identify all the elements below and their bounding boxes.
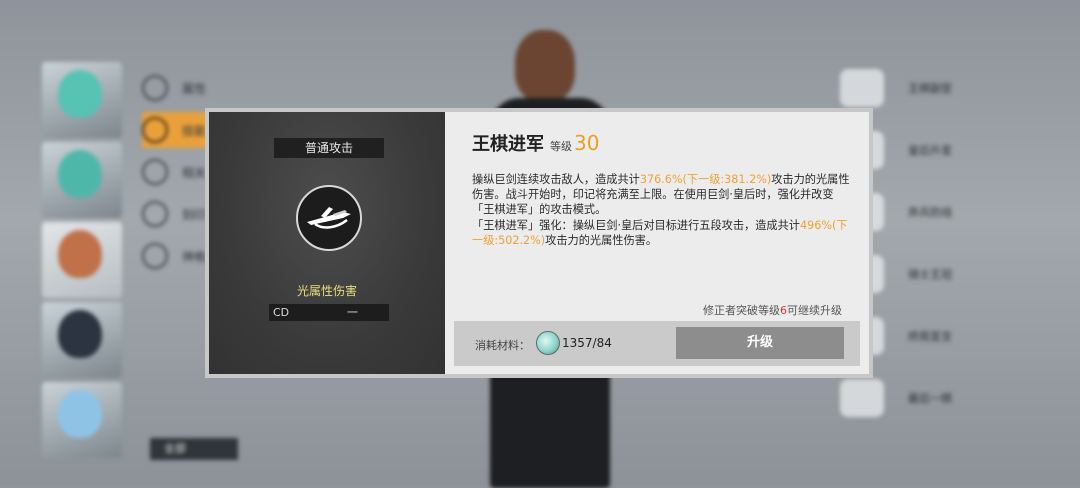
upgrade-button[interactable]: 升级: [676, 327, 844, 359]
menu-item-label: 刻印: [182, 207, 207, 222]
character-card[interactable]: [42, 222, 122, 298]
skill-description: 操纵巨剑连续攻击敌人，造成共计376.6%(下一级:381.2%) 攻击力的光属性…: [472, 172, 852, 248]
menu-item-label: 相关: [182, 165, 207, 180]
sword-skill-icon: [296, 185, 362, 251]
equipment-icon: [840, 69, 884, 107]
upgrade-requirement-note: 修正者突破等级6可继续升级: [703, 302, 842, 318]
character-portrait: [58, 230, 102, 278]
desc-text: 攻击力的光属性伤害。: [545, 233, 658, 247]
menu-item-imprint[interactable]: 刻印: [142, 196, 212, 232]
menu-item-skills[interactable]: 技能: [142, 112, 212, 148]
cooldown-value: 一: [347, 306, 358, 319]
skill-info-panel: 王棋进军 等级 30 操纵巨剑连续攻击敌人，造成共计376.6%(下一级:381…: [445, 112, 869, 374]
note-text: 修正者突破等级: [703, 304, 780, 317]
character-head: [515, 30, 575, 102]
skill-level: 30: [574, 131, 600, 155]
material-crystal-icon: [536, 331, 560, 355]
menu-item-label: 技能: [182, 123, 207, 138]
menu-item-related[interactable]: 相关: [142, 154, 212, 190]
equipment-label: 弃兵防线: [908, 206, 952, 219]
character-portrait: [58, 70, 102, 118]
equipment-label: 骑士王冠: [908, 268, 952, 281]
character-card[interactable]: [42, 62, 122, 138]
skill-detail-modal: 普通攻击 光属性伤害 CD 一 王棋进军 等级 30 操纵巨剑连续攻击敌人，造成…: [205, 108, 873, 378]
level-label: 等级: [550, 140, 572, 153]
equipment-label: 王棋副官: [908, 82, 952, 95]
cost-bar: 消耗材料： 1357/84 升级: [454, 321, 860, 366]
menu-item-label: 属性: [182, 81, 207, 96]
desc-text: 操纵巨剑连续攻击敌人，造成共计: [472, 173, 640, 186]
equipment-label: 终局宣言: [908, 330, 952, 343]
equipment-label: 最后一棋: [908, 392, 952, 405]
equipment-label: 皇后升变: [908, 144, 952, 157]
skill-icon-panel: 普通攻击 光属性伤害 CD 一: [209, 112, 445, 374]
cooldown-bar: CD 一: [269, 304, 389, 321]
desc-highlight: 376.6%(下一级:381.2%): [639, 173, 772, 186]
required-rank-number: 6: [780, 304, 787, 317]
character-card[interactable]: [42, 142, 122, 218]
character-portrait: [58, 390, 102, 438]
desc-text: 「王棋进军」强化：操纵巨剑·皇后对目标进行五段攻击，造成共计: [472, 218, 800, 232]
menu-item-divinity[interactable]: 神格: [142, 238, 212, 274]
character-portrait: [58, 310, 102, 358]
filter-all-button[interactable]: 全部: [150, 438, 238, 460]
side-menu: 属性 技能 相关 刻印 神格: [142, 70, 212, 280]
skill-title-row: 王棋进军 等级 30: [472, 130, 599, 156]
character-card[interactable]: [42, 382, 122, 458]
menu-item-label: 神格: [182, 249, 207, 264]
cost-label: 消耗材料：: [475, 339, 530, 352]
divinity-icon: [142, 243, 168, 269]
skills-icon: [142, 117, 168, 143]
character-roster: [42, 62, 128, 462]
skill-name: 王棋进军: [472, 134, 544, 155]
menu-item-attributes[interactable]: 属性: [142, 70, 212, 106]
equipment-icon: [840, 379, 884, 417]
note-text: 可继续升级: [787, 304, 842, 317]
attributes-icon: [142, 75, 168, 101]
imprint-icon: [142, 201, 168, 227]
character-portrait: [58, 150, 102, 198]
damage-element-label: 光属性伤害: [296, 284, 357, 298]
related-icon: [142, 159, 168, 185]
skill-type-label: 普通攻击: [274, 138, 384, 158]
material-count: 1357/84: [562, 336, 612, 350]
cooldown-label: CD: [273, 306, 290, 319]
character-card[interactable]: [42, 302, 122, 378]
